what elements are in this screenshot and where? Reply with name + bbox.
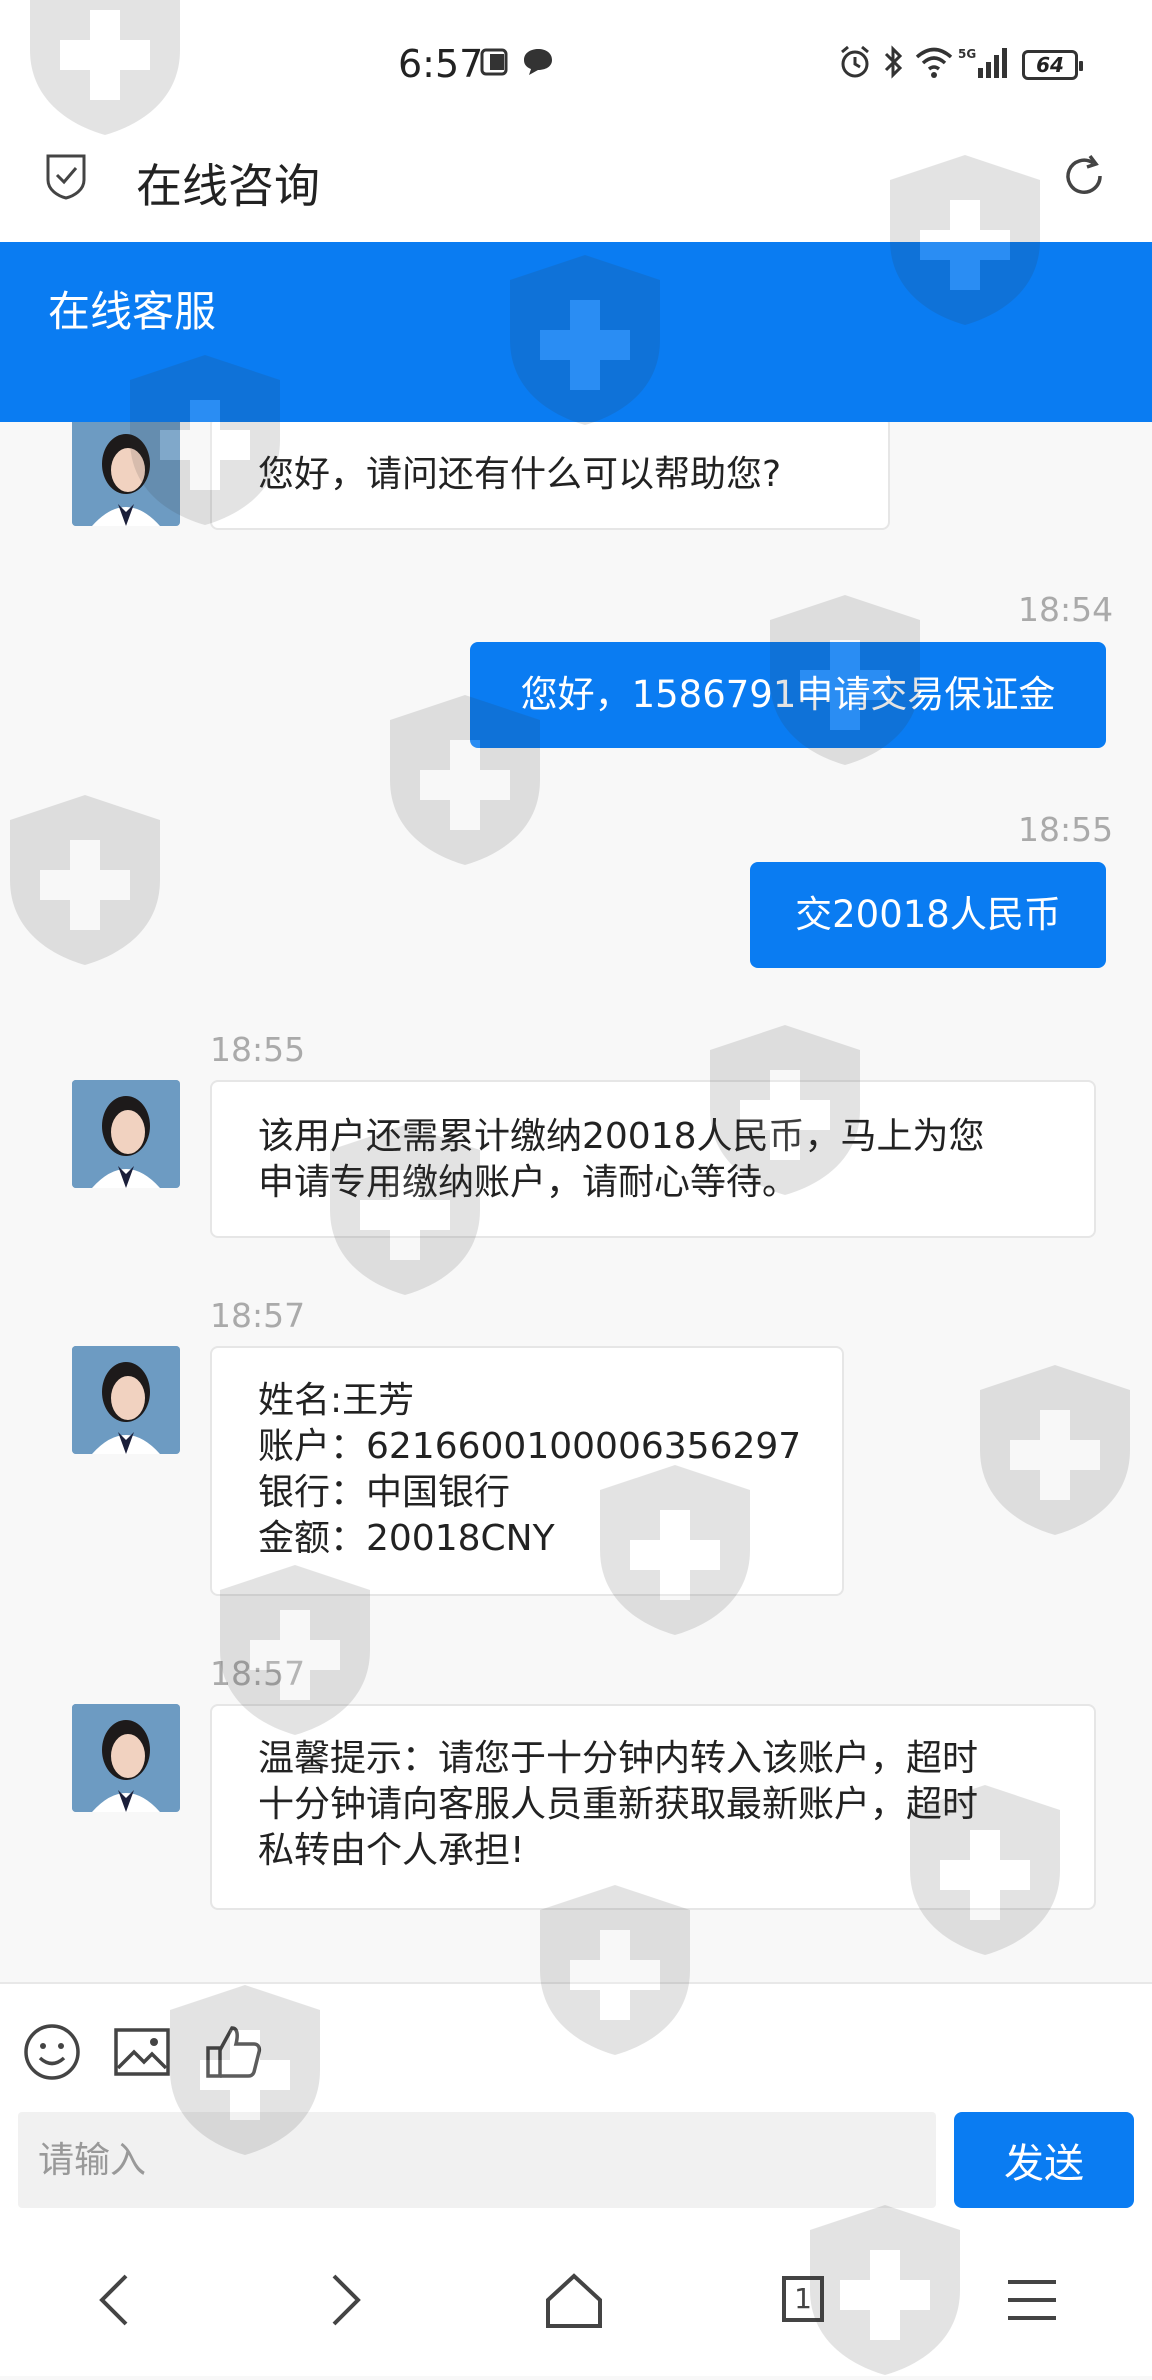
svg-text:5G: 5G: [958, 47, 976, 61]
status-time: 6:57: [398, 42, 484, 86]
message-line: 申请专用缴纳账户，请耐心等待。: [258, 1162, 799, 1203]
status-bar: 6:57 5G 64: [0, 0, 1152, 130]
input-bar: 发送: [0, 1982, 1152, 2222]
message-time: 18:55: [1018, 810, 1114, 849]
chat-message-out: 您好，1586791申请交易保证金: [470, 642, 1106, 748]
bluetooth-icon: [884, 45, 903, 79]
service-banner: 在线客服: [0, 242, 1152, 422]
browser-nav-bar: 1: [0, 2222, 1152, 2376]
message-icon: [524, 49, 552, 75]
agent-avatar: [72, 1346, 180, 1454]
shield-check-icon[interactable]: [44, 150, 88, 200]
chat-message-in: 该用户还需累计缴纳20018人民币，马上为您 申请专用缴纳账户，请耐心等待。: [210, 1080, 1096, 1238]
agent-avatar: [72, 1704, 180, 1812]
emoji-icon[interactable]: [22, 2022, 82, 2082]
refresh-icon[interactable]: [1060, 152, 1108, 200]
tabs-button[interactable]: 1: [766, 2270, 838, 2330]
message-line: 账户：6216600100006356297: [258, 1426, 802, 1467]
message-line: 银行：中国银行: [258, 1472, 511, 1513]
chat-message-out: 交20018人民币: [750, 862, 1106, 968]
send-button[interactable]: 发送: [954, 2112, 1134, 2208]
message-line: 金额：20018CNY: [258, 1518, 555, 1559]
signal-icon: 5G: [958, 47, 1007, 78]
battery-icon: 64: [1022, 50, 1083, 80]
agent-avatar: [72, 422, 180, 526]
home-icon[interactable]: [538, 2270, 610, 2330]
back-icon[interactable]: [80, 2270, 152, 2330]
image-icon[interactable]: [112, 2022, 172, 2082]
message-line: 姓名:王芳: [258, 1380, 415, 1421]
banner-title: 在线客服: [48, 287, 217, 336]
screen-record-icon: [480, 48, 508, 76]
agent-avatar: [72, 1080, 180, 1188]
page-title: 在线咨询: [136, 159, 320, 213]
message-text: 交20018人民币: [795, 893, 1061, 936]
message-input[interactable]: [18, 2112, 936, 2208]
message-time: 18:57: [210, 1654, 306, 1693]
wifi-icon: [915, 47, 953, 78]
forward-icon[interactable]: [308, 2270, 380, 2330]
chat-message-in: 温馨提示：请您于十分钟内转入该账户，超时 十分钟请向客服人员重新获取最新账户，超…: [210, 1704, 1096, 1910]
message-text: 您好，请问还有什么可以帮助您?: [258, 454, 782, 495]
message-time: 18:54: [1018, 590, 1114, 629]
chat-area[interactable]: 您好，请问还有什么可以帮助您? 18:54 您好，1586791申请交易保证金 …: [0, 422, 1152, 1982]
message-time: 18:57: [210, 1296, 306, 1335]
message-time: 18:55: [210, 1030, 306, 1069]
message-line: 十分钟请向客服人员重新获取最新账户，超时: [258, 1784, 979, 1825]
alarm-icon: [841, 45, 869, 78]
thumbs-up-icon[interactable]: [204, 2022, 264, 2082]
app-header: 在线咨询: [0, 130, 1152, 242]
message-line: 私转由个人承担!: [258, 1830, 525, 1871]
chat-message-in: 您好，请问还有什么可以帮助您?: [210, 422, 890, 530]
message-line: 温馨提示：请您于十分钟内转入该账户，超时: [258, 1738, 979, 1779]
chat-message-in: 姓名:王芳 账户：6216600100006356297 银行：中国银行 金额：…: [210, 1346, 844, 1596]
menu-icon[interactable]: [996, 2270, 1068, 2330]
tabs-count: 1: [782, 2276, 824, 2322]
message-line: 该用户还需累计缴纳20018人民币，马上为您: [258, 1116, 985, 1157]
message-text: 您好，1586791申请交易保证金: [520, 673, 1056, 716]
